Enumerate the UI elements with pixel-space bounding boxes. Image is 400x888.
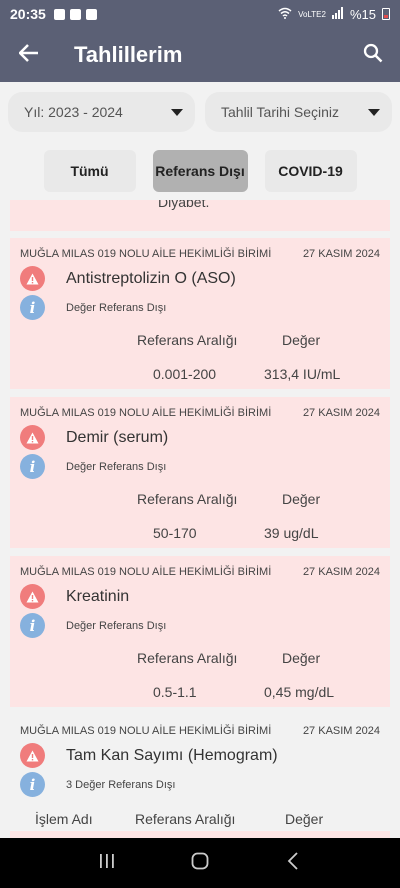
facility-name: MUĞLA MILAS 019 NOLU AİLE HEKİMLİĞİ BİRİ… [20, 407, 272, 419]
tab-all[interactable]: Tümü [43, 150, 136, 192]
facility-name: MUĞLA MILAS 019 NOLU AİLE HEKİMLİĞİ BİRİ… [20, 566, 272, 578]
notification-icons [53, 8, 97, 20]
search-icon [363, 43, 383, 68]
test-name: Tam Kan Sayımı (Hemogram) [66, 746, 278, 764]
ref-range-header: Referans Aralığı [135, 811, 236, 827]
next-card-edge [10, 831, 390, 838]
result-date: 27 KASIM 2024 [302, 248, 380, 260]
home-button[interactable] [180, 843, 220, 883]
year-value: Yıl: 2023 - 2024 [24, 104, 123, 120]
filter-bar: Yıl: 2023 - 2024 Tahlil Tarihi Seçiniz [8, 92, 392, 132]
recents-button[interactable] [87, 843, 127, 883]
result-card[interactable]: MUĞLA MILAS 019 NOLU AİLE HEKİMLİĞİ BİRİ… [10, 397, 390, 548]
test-name: Antistreptolizin O (ASO) [66, 269, 236, 287]
box-icon [53, 8, 65, 20]
date-dropdown[interactable]: Tahlil Tarihi Seçiniz [205, 92, 392, 132]
status-text: Değer Referans Dışı [66, 619, 167, 632]
value-header: Değer [282, 650, 321, 666]
year-dropdown[interactable]: Yıl: 2023 - 2024 [8, 92, 195, 132]
ref-range-header: Referans Aralığı [137, 491, 238, 507]
signal-icon [331, 6, 344, 22]
value-header: Değer [282, 332, 321, 348]
image-icon [85, 8, 97, 20]
warning-icon [20, 266, 45, 291]
wifi-icon [278, 7, 292, 22]
partial-card[interactable]: Diyabet. [10, 200, 390, 231]
app-bar: Tahlillerim [0, 28, 400, 82]
result-value: 0,45 mg/dL [264, 684, 335, 700]
status-time: 20:35 [10, 6, 46, 22]
tab-out-of-range[interactable]: Referans Dışı [152, 150, 248, 192]
mail-icon [69, 8, 81, 20]
ref-range-header: Referans Aralığı [137, 332, 238, 348]
chevron-left-icon [287, 851, 299, 875]
warning-icon [20, 425, 45, 450]
value-header: Değer [285, 811, 324, 827]
partial-card-text: Diyabet. [158, 200, 210, 210]
result-card[interactable]: MUĞLA MILAS 019 NOLU AİLE HEKİMLİĞİ BİRİ… [10, 556, 390, 707]
result-date: 27 KASIM 2024 [302, 725, 380, 737]
result-date: 27 KASIM 2024 [302, 407, 380, 419]
back-button[interactable] [0, 28, 58, 82]
status-text: Değer Referans Dışı [66, 460, 167, 473]
test-name: Kreatinin [66, 587, 130, 605]
status-bar: 20:35 VoLTE2 %15 [0, 0, 400, 28]
results-list: Diyabet. MUĞLA MILAS 019 NOLU AİLE HEKİM… [0, 200, 400, 838]
status-text: Değer Referans Dışı [66, 301, 167, 314]
warning-icon [20, 743, 45, 768]
info-icon[interactable]: i [20, 613, 45, 638]
battery-icon [382, 8, 390, 20]
value-header: Değer [282, 491, 321, 507]
ref-range-value: 50-170 [153, 525, 197, 541]
result-card[interactable]: MUĞLA MILAS 019 NOLU AİLE HEKİMLİĞİ BİRİ… [10, 715, 390, 831]
battery-level: %15 [349, 6, 376, 22]
system-nav-bar [0, 838, 400, 888]
ref-range-header: Referans Aralığı [137, 650, 238, 666]
tab-covid[interactable]: COVID-19 [264, 150, 357, 192]
facility-name: MUĞLA MILAS 019 NOLU AİLE HEKİMLİĞİ BİRİ… [20, 725, 272, 737]
info-icon[interactable]: i [20, 454, 45, 479]
date-placeholder: Tahlil Tarihi Seçiniz [221, 104, 340, 120]
caret-down-icon [171, 108, 183, 116]
status-text: 3 Değer Referans Dışı [66, 778, 176, 791]
result-date: 27 KASIM 2024 [302, 566, 380, 578]
ref-range-value: 0.5-1.1 [153, 684, 197, 700]
home-icon [191, 852, 209, 875]
search-button[interactable] [346, 28, 400, 82]
page-title: Tahlillerim [74, 42, 183, 67]
result-value: 313,4 IU/mL [264, 366, 341, 382]
tab-bar: Tümü Referans Dışı COVID-19 [0, 150, 400, 192]
result-value: 39 ug/dL [264, 525, 319, 541]
arrow-left-icon [18, 43, 39, 67]
result-card[interactable]: MUĞLA MILAS 019 NOLU AİLE HEKİMLİĞİ BİRİ… [10, 238, 390, 389]
info-icon[interactable]: i [20, 772, 45, 797]
test-name: Demir (serum) [66, 428, 169, 446]
caret-down-icon [368, 108, 380, 116]
recents-icon [98, 853, 116, 874]
ref-range-value: 0.001-200 [153, 366, 217, 382]
network-label: VoLTE2 [298, 9, 326, 19]
info-icon[interactable]: i [20, 295, 45, 320]
process-name-header: İşlem Adı [35, 811, 93, 827]
facility-name: MUĞLA MILAS 019 NOLU AİLE HEKİMLİĞİ BİRİ… [20, 248, 272, 260]
warning-icon [20, 584, 45, 609]
back-nav-button[interactable] [273, 843, 313, 883]
